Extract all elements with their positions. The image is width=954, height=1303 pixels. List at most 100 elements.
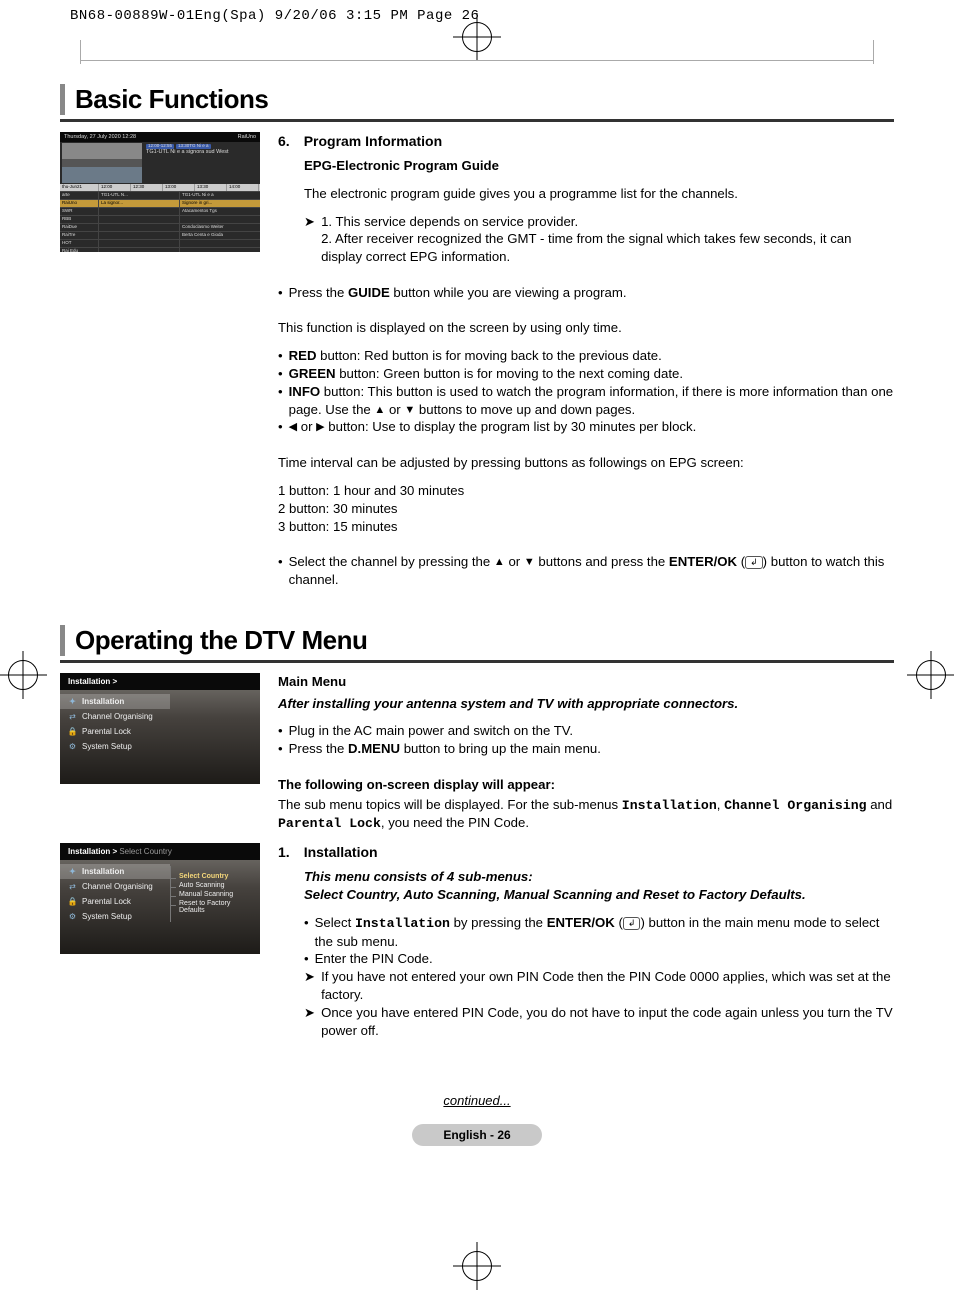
paragraph: The electronic program guide gives you a… — [278, 185, 894, 203]
epg-ch: RaiTre — [60, 232, 98, 239]
step-number: 1. — [278, 843, 290, 862]
crop-mark-bottom — [462, 1251, 492, 1281]
bullet-text: RED button: Red button is for moving bac… — [289, 347, 662, 365]
dtv-item-installation: ✦Installation — [60, 864, 170, 879]
dtv-screenshot-main: Installation > ✦Installation ⇄Channel Or… — [60, 673, 260, 784]
subheading-epg: EPG-Electronic Program Guide — [278, 157, 894, 175]
bullet-text: Press the GUIDE button while you are vie… — [289, 284, 627, 302]
epg-prog: TG1-UTL Ni e a — [179, 192, 260, 199]
step-title: Installation — [304, 843, 378, 862]
wrench-icon: ✦ — [68, 697, 77, 706]
epg-head-slot: 13:30 — [195, 184, 227, 191]
dtv-item-parental: 🔒Parental Lock — [60, 894, 170, 909]
interval-2: 2 button: 30 minutes — [278, 500, 894, 518]
bullet-text: ◀ or ▶ button: Use to display the progra… — [289, 418, 697, 436]
crop-mark-right — [916, 660, 946, 690]
bullet-icon: • — [278, 722, 283, 740]
right-triangle-icon: ▶ — [316, 421, 324, 433]
bullet-text: Select Installation by pressing the ENTE… — [315, 914, 894, 951]
paragraph: This function is displayed on the screen… — [278, 319, 894, 337]
note-2: 2. After receiver recognized the GMT - t… — [321, 230, 894, 266]
enter-icon: ↲ — [745, 556, 763, 569]
page: BN68-00889W-01Eng(Spa) 9/20/06 3:15 PM P… — [0, 0, 954, 1303]
dtv-sub-reset: Reset to Factory Defaults — [171, 899, 256, 915]
bullet-text: Enter the PIN Code. — [315, 950, 433, 968]
epg-prog: Condoclasmo Weiter — [179, 224, 260, 231]
epg-ch: Rai Edu — [60, 248, 98, 252]
crop-tick — [80, 40, 81, 64]
step-number: 6. — [278, 132, 290, 151]
dtv-item-parental: 🔒Parental Lock — [60, 724, 170, 739]
dtv-screenshot-installation: Installation > Select Country ✦Installat… — [60, 843, 260, 954]
paragraph: Time interval can be adjusted by pressin… — [278, 454, 894, 472]
dtv-item-installation: ✦Installation — [60, 694, 170, 709]
bullet-text: Select the channel by pressing the ▲ or … — [289, 553, 894, 589]
epg-info: 12:00-12:55 13:30TG Ni e a TG1-UTL Ni e … — [144, 142, 260, 184]
crop-mark-left — [8, 660, 38, 690]
crop-rule-top — [80, 60, 874, 61]
epg-prog: Atacamentos Tgs — [179, 208, 260, 215]
dtv-breadcrumb: Installation > Select Country — [60, 843, 260, 860]
epg-head-slot: 14:00 — [227, 184, 259, 191]
arrow-icon: ➤ — [304, 968, 315, 1004]
bullet-icon: • — [278, 418, 283, 436]
section2-body-install: 1. Installation This menu consists of 4 … — [278, 843, 894, 1039]
down-triangle-icon: ▼ — [404, 404, 415, 416]
epg-channel-label: RaiUno — [238, 134, 256, 140]
epg-prog — [179, 216, 260, 223]
epg-prog — [98, 240, 179, 247]
epg-head-slot: 12:00 — [99, 184, 131, 191]
channel-icon: ⇄ — [68, 712, 77, 721]
epg-ch: RaiUno — [60, 200, 98, 207]
section-rule — [60, 119, 894, 122]
section-dtv-menu: Operating the DTV Menu Installation > ✦I… — [60, 625, 894, 1040]
epg-ch: arte — [60, 192, 98, 199]
epg-desc: TG1-UTL Ni e a signora sud West — [146, 149, 258, 155]
bullet-icon: • — [278, 284, 283, 302]
section-rule — [60, 660, 894, 663]
epg-ch: RaiDue — [60, 224, 98, 231]
bullet-icon: • — [278, 740, 283, 758]
page-number-pill: English - 26 — [412, 1124, 542, 1146]
bullet-icon: • — [278, 365, 283, 383]
epg-preview-image — [62, 143, 142, 183]
epg-grid: thu-Jun21 12:00 12:30 13:00 13:30 14:00 … — [60, 184, 260, 252]
dtv-breadcrumb: Installation > — [60, 673, 260, 690]
section1-body: 6. Program Information EPG-Electronic Pr… — [278, 132, 894, 589]
epg-date: Thursday, 27 July 2020 12:28 — [64, 134, 136, 140]
epg-ch: SWR — [60, 208, 98, 215]
dtv-item-system: ⚙System Setup — [60, 909, 170, 924]
gear-icon: ⚙ — [68, 912, 77, 921]
arrow-text: If you have not entered your own PIN Cod… — [321, 968, 894, 1004]
interval-3: 3 button: 15 minutes — [278, 518, 894, 536]
continued-label: continued... — [60, 1093, 894, 1108]
epg-prog — [98, 224, 179, 231]
note-1: 1. This service depends on service provi… — [321, 213, 894, 231]
epg-screenshot: Thursday, 27 July 2020 12:28 RaiUno 12:0… — [60, 132, 260, 252]
up-triangle-icon: ▲ — [494, 556, 505, 568]
epg-prog: Berta Centa e Gioda — [179, 232, 260, 239]
lede-text: After installing your antenna system and… — [278, 695, 894, 713]
heading-following: The following on-screen display will app… — [278, 776, 894, 794]
dtv-item-channel: ⇄Channel Organising — [60, 879, 170, 894]
dtv-item-system: ⚙System Setup — [60, 739, 170, 754]
lock-icon: 🔒 — [68, 727, 77, 736]
interval-1: 1 button: 1 hour and 30 minutes — [278, 482, 894, 500]
heading-main-menu: Main Menu — [278, 673, 894, 691]
arrow-text: Once you have entered PIN Code, you do n… — [321, 1004, 894, 1040]
epg-prog — [98, 232, 179, 239]
epg-ch: HOT — [60, 240, 98, 247]
bullet-text: Plug in the AC main power and switch on … — [289, 722, 573, 740]
section-title: Operating the DTV Menu — [60, 625, 894, 656]
epg-prog — [179, 248, 260, 252]
arrow-icon: ➤ — [304, 1004, 315, 1040]
dtv-sub-manual-scan: Manual Scanning — [171, 890, 256, 899]
epg-head-slot: 13:00 — [163, 184, 195, 191]
crop-mark-top — [462, 22, 492, 52]
bullet-text: Press the D.MENU button to bring up the … — [289, 740, 601, 758]
epg-head-channel: thu-Jun21 — [60, 184, 99, 191]
epg-prog — [98, 208, 179, 215]
step-title: Program Information — [304, 132, 442, 151]
paragraph: The sub menu topics will be displayed. F… — [278, 796, 894, 834]
section-title: Basic Functions — [60, 84, 894, 115]
